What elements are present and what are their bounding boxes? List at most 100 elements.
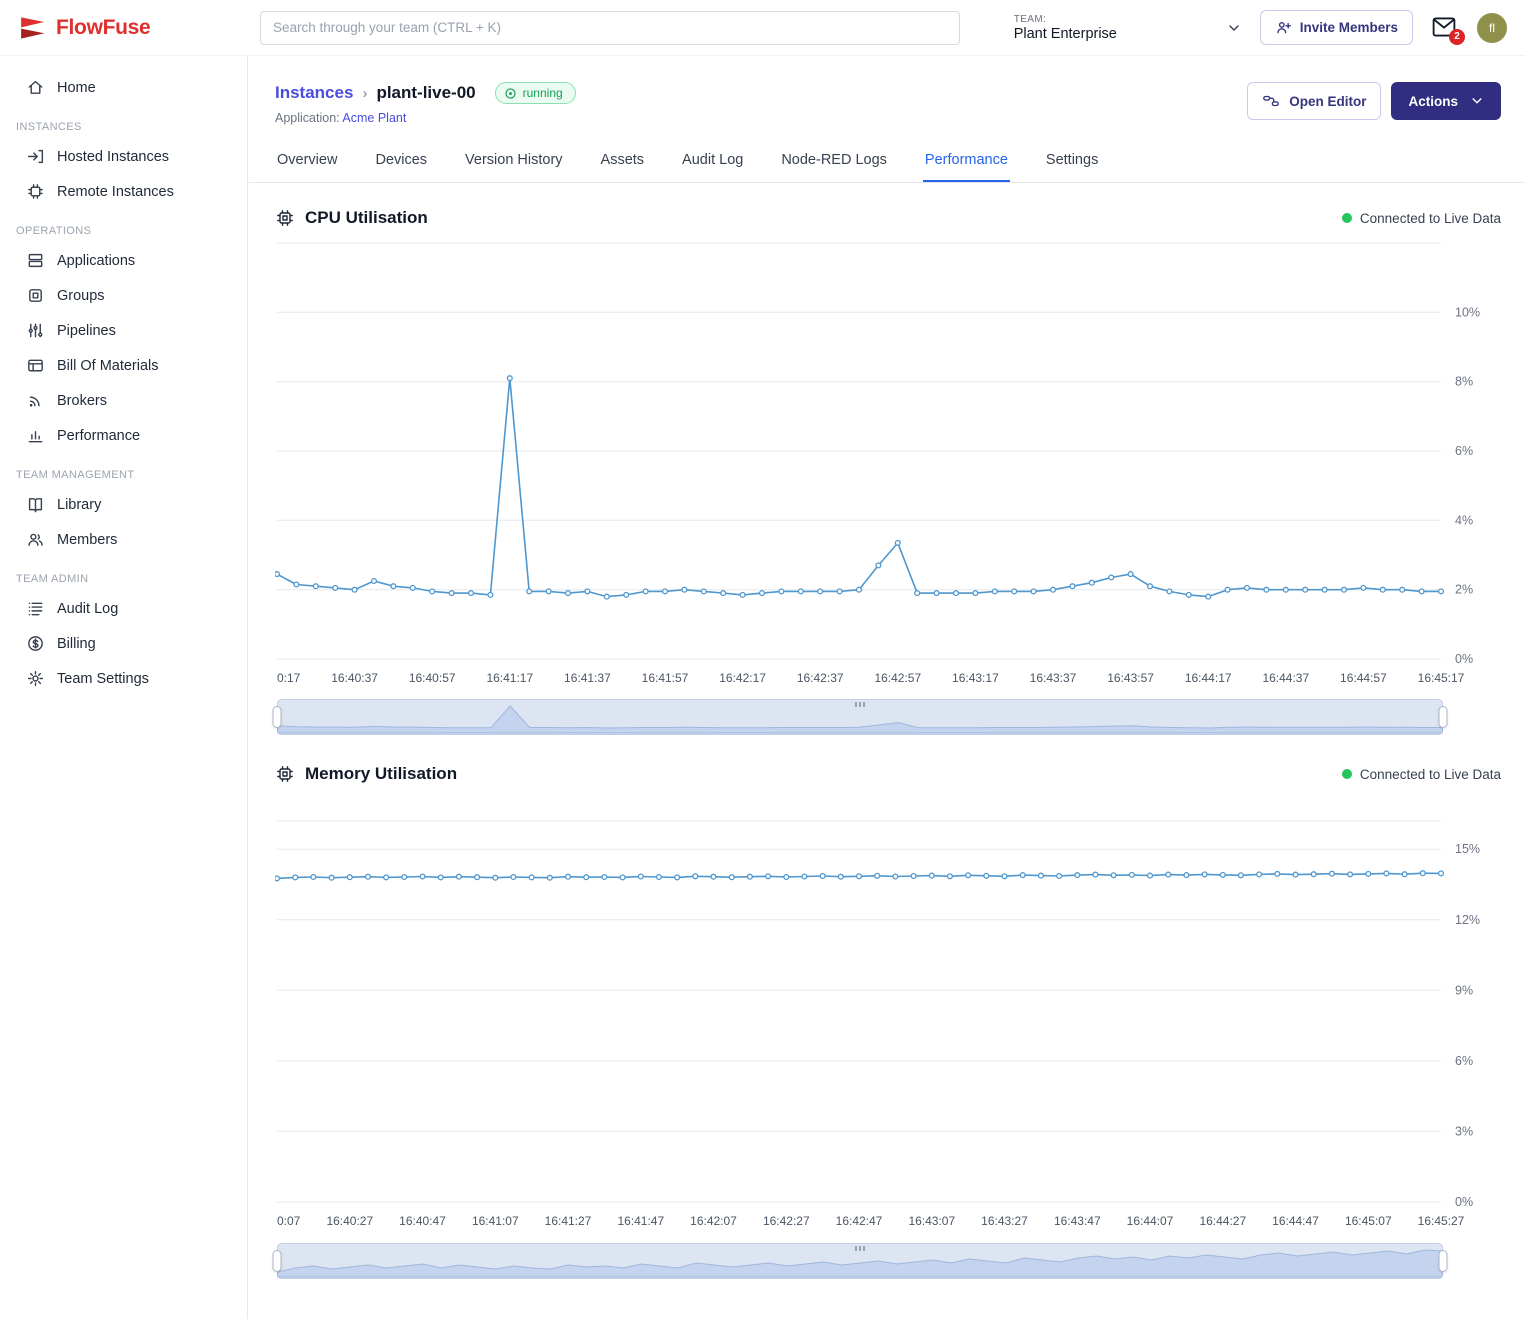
breadcrumb-separator-icon: › xyxy=(362,85,367,102)
svg-text:3%: 3% xyxy=(1455,1124,1473,1138)
invite-members-button[interactable]: Invite Members xyxy=(1260,10,1413,45)
svg-text:16:40:57: 16:40:57 xyxy=(409,671,456,685)
sidebar-item-home[interactable]: Home xyxy=(0,70,247,105)
members-icon xyxy=(26,530,45,549)
svg-text:16:44:47: 16:44:47 xyxy=(1272,1214,1319,1228)
range-grip-icon[interactable] xyxy=(855,1246,865,1251)
svg-text:6%: 6% xyxy=(1455,1054,1473,1068)
sidebar-item-billing[interactable]: Billing xyxy=(0,626,247,661)
svg-text:16:45:07: 16:45:07 xyxy=(1345,1214,1392,1228)
sidebar-item-pipelines[interactable]: Pipelines xyxy=(0,313,247,348)
application-link[interactable]: Acme Plant xyxy=(342,111,406,125)
billing-icon xyxy=(26,634,45,653)
svg-text:16:41:47: 16:41:47 xyxy=(617,1214,664,1228)
sidebar-item-label: Library xyxy=(57,497,101,513)
home-icon xyxy=(26,78,45,97)
sidebar-item-hosted-instances[interactable]: Hosted Instances xyxy=(0,139,247,174)
svg-text:16:43:47: 16:43:47 xyxy=(1054,1214,1101,1228)
svg-text:0%: 0% xyxy=(1455,1195,1473,1209)
sidebar-item-label: Brokers xyxy=(57,393,107,409)
team-name: Plant Enterprise xyxy=(1014,26,1117,42)
instance-name: plant-live-00 xyxy=(376,83,475,103)
sidebar-item-remote-instances[interactable]: Remote Instances xyxy=(0,174,247,209)
svg-text:0:07: 0:07 xyxy=(277,1214,301,1228)
audit-log-icon xyxy=(26,599,45,618)
svg-text:16:42:57: 16:42:57 xyxy=(874,671,921,685)
sidebar-item-bill-of-materials[interactable]: Bill Of Materials xyxy=(0,348,247,383)
instance-tabs: Overview Devices Version History Assets Audi… xyxy=(249,141,1525,183)
tab-audit-log[interactable]: Audit Log xyxy=(680,141,745,182)
range-grip-icon[interactable] xyxy=(855,702,865,707)
running-status-icon xyxy=(504,87,517,100)
user-avatar[interactable]: fl xyxy=(1477,13,1507,43)
actions-button[interactable]: Actions xyxy=(1391,82,1501,120)
sidebar-item-label: Performance xyxy=(57,428,140,444)
team-label: TEAM: xyxy=(1014,14,1117,25)
svg-text:16:42:47: 16:42:47 xyxy=(836,1214,883,1228)
svg-text:16:44:37: 16:44:37 xyxy=(1262,671,1309,685)
sidebar-item-label: Groups xyxy=(57,288,105,304)
sidebar-item-label: Billing xyxy=(57,636,96,652)
memory-utilisation-section: Memory Utilisation Connected to Live Dat… xyxy=(249,735,1525,1279)
performance-icon xyxy=(26,426,45,445)
flowfuse-logo[interactable]: FlowFuse xyxy=(0,13,248,43)
top-bar: FlowFuse TEAM: Plant Enterprise Invite M… xyxy=(0,0,1525,56)
sidebar-item-label: Home xyxy=(57,80,96,96)
range-handle-left[interactable] xyxy=(273,706,282,728)
sidebar-item-label: Team Settings xyxy=(57,671,149,687)
tab-node-red-logs[interactable]: Node-RED Logs xyxy=(779,141,889,182)
sidebar-item-groups[interactable]: Groups xyxy=(0,278,247,313)
search-input[interactable] xyxy=(260,11,960,45)
live-dot-icon xyxy=(1342,213,1352,223)
range-handle-right[interactable] xyxy=(1439,706,1448,728)
sidebar-item-label: Members xyxy=(57,532,117,548)
live-data-status-cpu: Connected to Live Data xyxy=(1342,211,1501,226)
sidebar-item-performance[interactable]: Performance xyxy=(0,418,247,453)
bill-of-materials-icon xyxy=(26,356,45,375)
memory-utilisation-chart: 0%3%6%9%12%15%0:0716:40:2716:40:4716:41:… xyxy=(275,793,1501,1237)
flowfuse-logo-icon xyxy=(18,13,48,43)
cpu-chart-range-slider[interactable] xyxy=(277,699,1443,735)
person-plus-icon xyxy=(1275,19,1292,36)
sidebar-item-brokers[interactable]: Brokers xyxy=(0,383,247,418)
sidebar-item-audit-log[interactable]: Audit Log xyxy=(0,591,247,626)
breadcrumb-instances-link[interactable]: Instances xyxy=(275,83,353,103)
status-badge: running xyxy=(495,82,576,104)
status-label: running xyxy=(523,86,563,100)
sidebar-item-team-settings[interactable]: Team Settings xyxy=(0,661,247,696)
notifications-button[interactable]: 2 xyxy=(1431,16,1459,40)
open-editor-button[interactable]: Open Editor xyxy=(1247,82,1381,120)
svg-text:16:41:27: 16:41:27 xyxy=(545,1214,592,1228)
svg-text:16:40:27: 16:40:27 xyxy=(326,1214,373,1228)
chart-title-memory: Memory Utilisation xyxy=(305,764,457,784)
tab-assets[interactable]: Assets xyxy=(599,141,647,182)
svg-text:16:43:17: 16:43:17 xyxy=(952,671,999,685)
tab-settings[interactable]: Settings xyxy=(1044,141,1100,182)
sidebar-section-team-admin: TEAM ADMIN xyxy=(0,557,247,591)
svg-text:8%: 8% xyxy=(1455,375,1473,389)
breadcrumb: Instances › plant-live-00 running xyxy=(275,82,576,104)
memory-chart-range-slider[interactable] xyxy=(277,1243,1443,1279)
sidebar-item-label: Hosted Instances xyxy=(57,149,169,165)
tab-version-history[interactable]: Version History xyxy=(463,141,565,182)
sidebar-item-applications[interactable]: Applications xyxy=(0,243,247,278)
svg-text:16:43:57: 16:43:57 xyxy=(1107,671,1154,685)
range-handle-left[interactable] xyxy=(273,1250,282,1272)
tab-overview[interactable]: Overview xyxy=(275,141,339,182)
sidebar-item-members[interactable]: Members xyxy=(0,522,247,557)
application-line: Application: Acme Plant xyxy=(275,111,576,125)
svg-text:16:42:17: 16:42:17 xyxy=(719,671,766,685)
svg-text:0%: 0% xyxy=(1455,652,1473,666)
tab-performance[interactable]: Performance xyxy=(923,141,1010,182)
tab-devices[interactable]: Devices xyxy=(373,141,429,182)
groups-icon xyxy=(26,286,45,305)
team-selector[interactable]: TEAM: Plant Enterprise xyxy=(1014,14,1242,42)
applications-icon xyxy=(26,251,45,270)
sidebar-item-library[interactable]: Library xyxy=(0,487,247,522)
chevron-down-icon xyxy=(1470,94,1484,108)
svg-text:12%: 12% xyxy=(1455,913,1480,927)
chevron-down-icon xyxy=(1226,20,1242,36)
open-editor-label: Open Editor xyxy=(1289,94,1366,109)
logo-text: FlowFuse xyxy=(56,16,150,40)
range-handle-right[interactable] xyxy=(1439,1250,1448,1272)
